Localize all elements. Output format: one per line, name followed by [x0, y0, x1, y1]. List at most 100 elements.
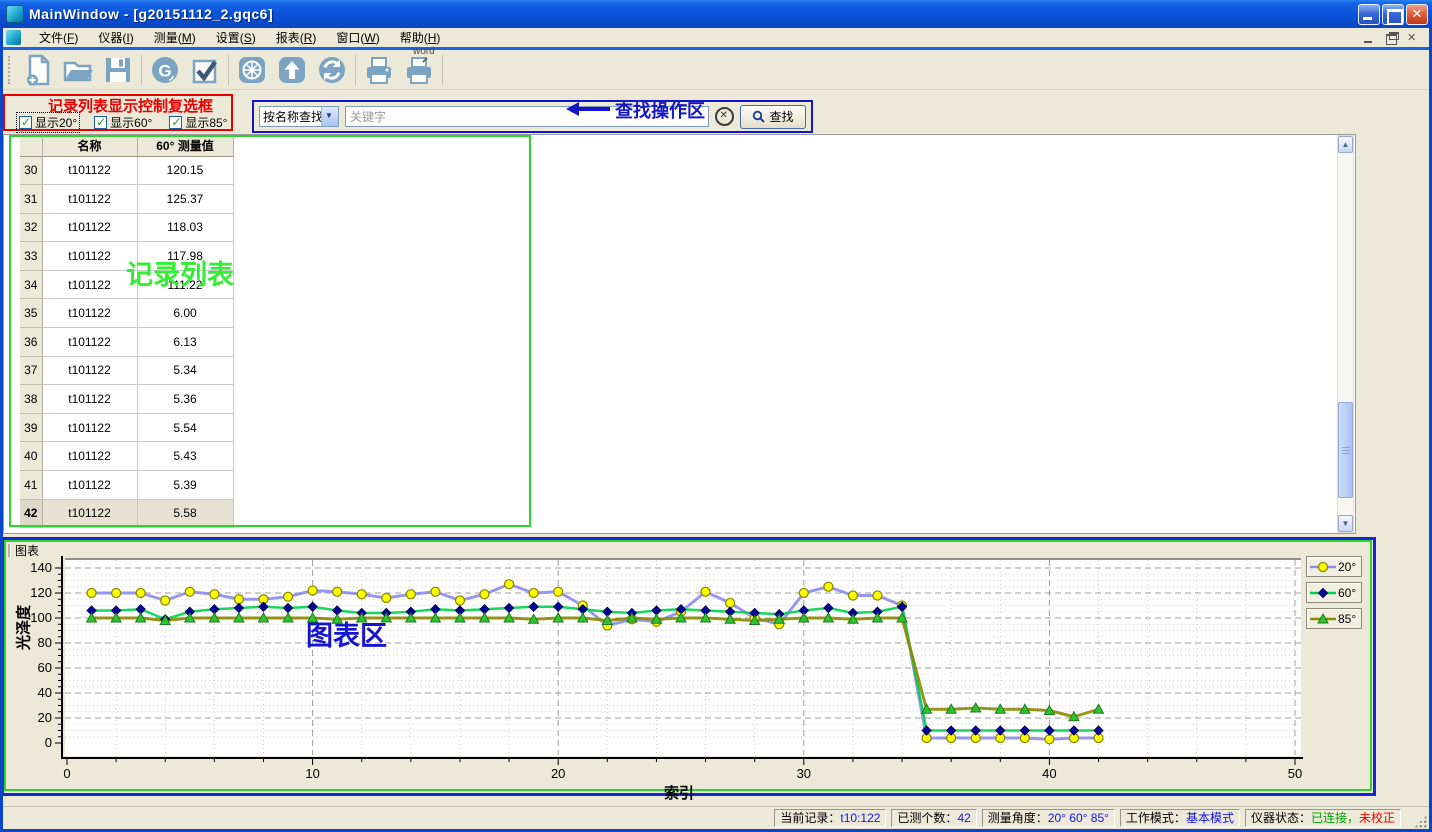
table-row[interactable]: 36t1011226.13 [20, 328, 233, 357]
table-row[interactable]: 39t1011225.54 [20, 413, 233, 442]
export-word-button[interactable]: word [399, 52, 439, 88]
mdi-close-icon[interactable] [1405, 31, 1421, 45]
checkbox-checked-icon[interactable] [94, 116, 107, 129]
menu-item-m[interactable]: 测量(M) [144, 27, 206, 48]
table-row[interactable]: 34t101122111.22 [20, 270, 233, 299]
open-file-button[interactable] [58, 52, 98, 88]
value-cell[interactable]: 6.13 [137, 328, 233, 357]
name-cell[interactable]: t101122 [42, 185, 137, 214]
row-number-cell[interactable]: 36 [20, 328, 42, 357]
value-cell[interactable]: 117.98 [137, 242, 233, 271]
new-file-button[interactable] [18, 52, 58, 88]
row-number-cell[interactable]: 37 [20, 356, 42, 385]
mdi-minimize-icon[interactable] [1361, 31, 1377, 45]
row-number-cell[interactable]: 33 [20, 242, 42, 271]
vertical-scrollbar[interactable]: ▲ ▼ [1337, 135, 1354, 533]
row-number-cell[interactable]: 30 [20, 156, 42, 185]
display-checkbox-0[interactable]: 显示20° [17, 113, 79, 132]
export-word-icon [403, 54, 435, 86]
scrollbar-thumb[interactable] [1338, 402, 1353, 498]
name-cell[interactable]: t101122 [42, 442, 137, 471]
open-file-icon [62, 54, 94, 86]
minimize-icon[interactable] [1358, 4, 1380, 25]
name-cell[interactable]: t101122 [42, 242, 137, 271]
column-header-1[interactable]: 60° 测量值 [137, 135, 233, 156]
value-cell[interactable]: 5.58 [137, 499, 233, 528]
value-cell[interactable]: 5.34 [137, 356, 233, 385]
wheel-button[interactable] [232, 52, 272, 88]
menu-item-i[interactable]: 仪器(I) [88, 27, 143, 48]
row-number-cell[interactable]: 41 [20, 471, 42, 500]
menu-item-w[interactable]: 窗口(W) [326, 27, 389, 48]
wheel-icon [236, 54, 268, 86]
row-number-cell[interactable]: 32 [20, 213, 42, 242]
clear-search-icon[interactable] [715, 107, 734, 126]
value-cell[interactable]: 125.37 [137, 185, 233, 214]
menu-item-r[interactable]: 报表(R) [266, 27, 327, 48]
legend-item-20[interactable]: 20° [1306, 556, 1362, 577]
name-cell[interactable]: t101122 [42, 213, 137, 242]
chart-panel-header: 图表 [8, 542, 39, 559]
upload-button[interactable] [272, 52, 312, 88]
record-table[interactable]: 名称60° 测量值30t101122120.1531t101122125.373… [20, 135, 234, 528]
row-number-cell[interactable]: 38 [20, 385, 42, 414]
name-cell[interactable]: t101122 [42, 356, 137, 385]
table-row[interactable]: 40t1011225.43 [20, 442, 233, 471]
value-cell[interactable]: 5.39 [137, 471, 233, 500]
row-number-cell[interactable]: 42 [20, 499, 42, 528]
close-icon[interactable] [1406, 4, 1428, 25]
display-checkbox-2[interactable]: 显示85° [167, 113, 229, 132]
name-cell[interactable]: t101122 [42, 413, 137, 442]
checkbox-checked-icon[interactable] [19, 116, 32, 129]
table-row[interactable]: 35t1011226.00 [20, 299, 233, 328]
save-button[interactable] [98, 52, 138, 88]
value-cell[interactable]: 5.43 [137, 442, 233, 471]
checkbox-checked-icon[interactable] [169, 116, 182, 129]
table-row[interactable]: 31t101122125.37 [20, 185, 233, 214]
row-number-cell[interactable]: 34 [20, 270, 42, 299]
value-cell[interactable]: 5.36 [137, 385, 233, 414]
table-row[interactable]: 37t1011225.34 [20, 356, 233, 385]
row-number-cell[interactable]: 35 [20, 299, 42, 328]
value-cell[interactable]: 6.00 [137, 299, 233, 328]
name-cell[interactable]: t101122 [42, 471, 137, 500]
menu-item-s[interactable]: 设置(S) [206, 27, 266, 48]
display-checkbox-1[interactable]: 显示60° [92, 113, 154, 132]
row-number-cell[interactable]: 31 [20, 185, 42, 214]
name-cell[interactable]: t101122 [42, 328, 137, 357]
name-cell[interactable]: t101122 [42, 156, 137, 185]
svg-text:0: 0 [63, 766, 70, 781]
column-header-0[interactable]: 名称 [42, 135, 137, 156]
find-button[interactable]: 查找 [740, 105, 806, 129]
g-logo-button[interactable]: G [145, 52, 185, 88]
value-cell[interactable]: 5.54 [137, 413, 233, 442]
maximize-icon[interactable] [1382, 4, 1404, 25]
value-cell[interactable]: 111.22 [137, 270, 233, 299]
name-cell[interactable]: t101122 [42, 499, 137, 528]
table-row[interactable]: 30t101122120.15 [20, 156, 233, 185]
legend-item-60[interactable]: 60° [1306, 582, 1362, 603]
search-mode-select[interactable]: 按名称查找 [259, 106, 339, 127]
scroll-up-icon[interactable]: ▲ [1338, 136, 1353, 153]
verify-check-button[interactable] [185, 52, 225, 88]
name-cell[interactable]: t101122 [42, 299, 137, 328]
row-number-cell[interactable]: 39 [20, 413, 42, 442]
table-row[interactable]: 33t101122117.98 [20, 242, 233, 271]
sync-button[interactable] [312, 52, 352, 88]
table-row[interactable]: 32t101122118.03 [20, 213, 233, 242]
legend-item-85[interactable]: 85° [1306, 608, 1362, 629]
toolbar-grip[interactable] [8, 56, 12, 84]
table-row[interactable]: 42t1011225.58 [20, 499, 233, 528]
chevron-down-icon[interactable] [321, 107, 338, 126]
scroll-down-icon[interactable]: ▼ [1338, 515, 1353, 532]
row-number-cell[interactable]: 40 [20, 442, 42, 471]
table-row[interactable]: 41t1011225.39 [20, 471, 233, 500]
menu-item-f[interactable]: 文件(F) [29, 27, 88, 48]
value-cell[interactable]: 120.15 [137, 156, 233, 185]
print-button[interactable] [359, 52, 399, 88]
name-cell[interactable]: t101122 [42, 385, 137, 414]
value-cell[interactable]: 118.03 [137, 213, 233, 242]
mdi-restore-icon[interactable] [1383, 31, 1399, 45]
table-row[interactable]: 38t1011225.36 [20, 385, 233, 414]
name-cell[interactable]: t101122 [42, 270, 137, 299]
